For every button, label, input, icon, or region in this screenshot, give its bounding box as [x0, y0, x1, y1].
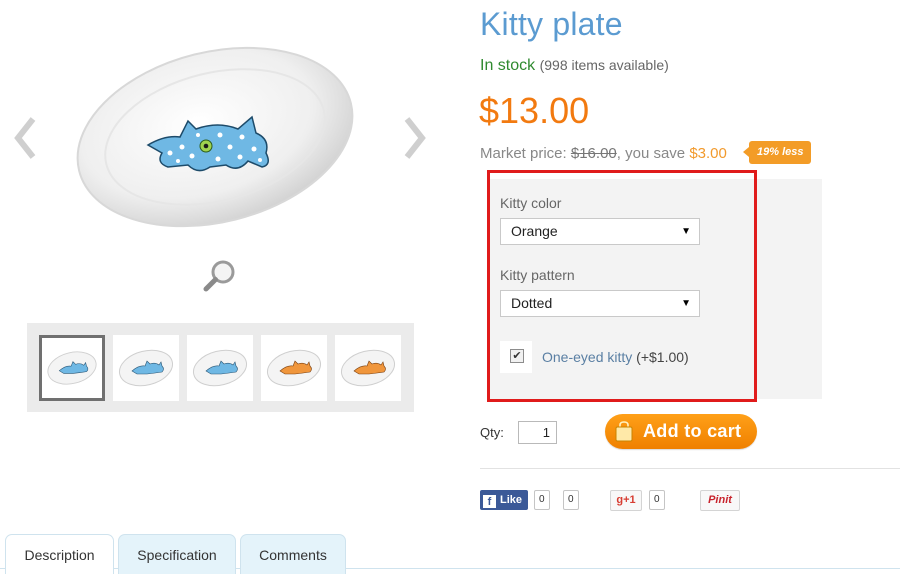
tab-description-label: Description — [24, 547, 95, 563]
facebook-like-count: 0 — [534, 490, 550, 510]
you-save-label: , you save — [616, 145, 686, 162]
thumbnail-plate-image — [266, 349, 322, 387]
google-plus-button[interactable]: g+1 — [610, 490, 642, 511]
product-price: $13.00 — [479, 90, 590, 131]
google-plus-label: g+1 — [616, 494, 636, 506]
thumbnail-plate-image — [118, 349, 174, 387]
market-price-label: Market price: — [480, 145, 567, 162]
tab-specification[interactable]: Specification — [118, 534, 236, 574]
thumbnail-plate-image — [192, 349, 248, 387]
stock-status: In stock (998 items available) — [480, 57, 669, 75]
zoom-magnifier-icon[interactable] — [202, 258, 238, 294]
thumbnail-5[interactable] — [335, 335, 401, 401]
thumbnail-1[interactable] — [39, 335, 105, 401]
thumbnail-4[interactable] — [261, 335, 327, 401]
tab-comments-label: Comments — [259, 547, 327, 563]
facebook-like-label: Like — [500, 494, 523, 506]
thumbnail-3[interactable] — [187, 335, 253, 401]
thumbnail-2[interactable] — [113, 335, 179, 401]
stock-count: (998 items available) — [539, 57, 669, 73]
thumbnail-plate-image — [47, 351, 97, 385]
next-image-arrow-icon[interactable] — [401, 115, 427, 161]
discount-badge: 19% less — [742, 141, 812, 164]
tab-description[interactable]: Description — [5, 534, 114, 574]
thumbnail-strip — [27, 323, 414, 412]
market-price-line: Market price: $16.00, you save $3.00 — [480, 145, 727, 162]
divider — [480, 468, 900, 469]
stock-status-label: In stock — [480, 57, 536, 74]
options-highlight-frame — [487, 170, 757, 402]
add-to-cart-button[interactable]: Add to cart — [605, 414, 757, 449]
quantity-label: Qty: — [480, 425, 504, 440]
save-amount: $3.00 — [689, 145, 727, 162]
market-price-value: $16.00 — [570, 145, 617, 162]
thumbnail-plate-image — [340, 349, 396, 387]
google-plus-count: 0 — [649, 490, 665, 510]
facebook-icon: f — [483, 495, 496, 508]
facebook-share-count: 0 — [563, 490, 579, 510]
pinterest-label: Pinit — [708, 494, 732, 506]
tab-comments[interactable]: Comments — [240, 534, 346, 574]
shopping-bag-icon — [615, 421, 633, 442]
product-title: Kitty plate — [480, 6, 623, 42]
tab-specification-label: Specification — [137, 547, 217, 563]
facebook-like-button[interactable]: f Like — [480, 490, 529, 510]
pinterest-pin-button[interactable]: Pinit — [700, 490, 740, 511]
add-to-cart-label: Add to cart — [643, 421, 742, 441]
product-main-image[interactable] — [70, 25, 370, 245]
previous-image-arrow-icon[interactable] — [13, 115, 39, 161]
quantity-input[interactable] — [518, 421, 557, 444]
